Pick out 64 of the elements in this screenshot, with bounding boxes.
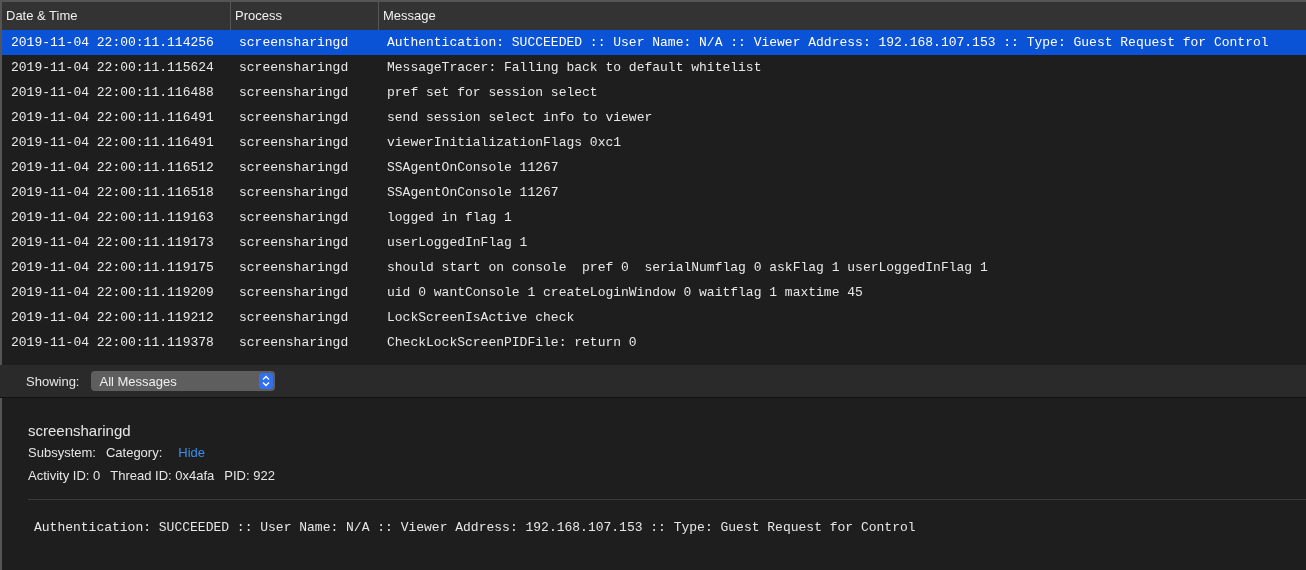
process-name: screensharingd	[238, 310, 350, 325]
timestamp: 2019-11-04 22:00:11.116491	[10, 110, 215, 125]
process-name: screensharingd	[238, 160, 350, 175]
message-text: Authentication: SUCCEEDED :: User Name: N/A :: Viewer Address: 192.168.107.153 :: Type: Guest Request for Control	[33, 520, 917, 535]
log-row[interactable]: 2019-11-04 22:00:11.114256 screensharingd Authentication: SUCCEEDED :: User Name: N/A :: Viewer Address: 192.168.107.153 :: Type: Guest Request for Control	[2, 30, 1306, 55]
log-message: send session select info to viewer	[386, 110, 653, 125]
timestamp: 2019-11-04 22:00:11.116491	[10, 135, 215, 150]
process-name: screensharingd	[238, 335, 350, 350]
log-message: MessageTracer: Falling back to default whitelist	[386, 60, 762, 75]
timestamp: 2019-11-04 22:00:11.115624	[10, 60, 215, 75]
log-row[interactable]: 2019-11-04 22:00:11.119209 screensharingd uid 0 wantConsole 1 createLoginWindow 0 waitflag 1 maxtime 45	[2, 280, 1306, 305]
activity-id: Activity ID: 0	[28, 468, 101, 483]
process-name: screensharingd	[238, 285, 350, 300]
log-row[interactable]: 2019-11-04 22:00:11.115624 screensharingd MessageTracer: Falling back to default whitelist	[2, 55, 1306, 80]
timestamp: 2019-11-04 22:00:11.119175	[10, 260, 215, 275]
timestamp: 2019-11-04 22:00:11.119209	[10, 285, 215, 300]
process-name: screensharingd	[238, 110, 350, 125]
process-title: screensharingd	[28, 422, 132, 439]
log-row[interactable]: 2019-11-04 22:00:11.119378 screensharingd CheckLockScreenPIDFile: return 0	[2, 330, 1306, 355]
log-message: userLoggedInFlag 1	[386, 235, 528, 250]
log-row[interactable]: 2019-11-04 22:00:11.116491 screensharingd send session select info to viewer	[2, 105, 1306, 130]
process-name: screensharingd	[238, 235, 350, 250]
column-header[interactable]: Date & Time	[2, 2, 230, 30]
timestamp: 2019-11-04 22:00:11.119378	[10, 335, 215, 350]
process-name: screensharingd	[238, 260, 350, 275]
log-message: logged in flag 1	[386, 210, 512, 225]
category-label: Category:	[105, 445, 163, 460]
log-message: uid 0 wantConsole 1 createLoginWindow 0 waitflag 1 maxtime 45	[386, 285, 863, 300]
process-name: screensharingd	[238, 60, 350, 75]
log-row[interactable]: 2019-11-04 22:00:11.116491 screensharingd viewerInitializationFlags 0xc1	[2, 130, 1306, 155]
timestamp: 2019-11-04 22:00:11.116518	[10, 185, 215, 200]
process-name: screensharingd	[238, 185, 350, 200]
log-row[interactable]: 2019-11-04 22:00:11.119175 screensharingd should start on console pref 0 serialNumflag 0 askFlag 1 userLoggedInFlag 1	[2, 255, 1306, 280]
process-name: screensharingd	[238, 210, 350, 225]
message-filter-dropdown[interactable]: All Messages	[91, 371, 276, 391]
thread-id: Thread ID: 0x4afa	[110, 468, 215, 483]
subsystem-label: Subsystem:	[28, 445, 96, 460]
log-row[interactable]: 2019-11-04 22:00:11.116488 screensharingd pref set for session select	[2, 80, 1306, 105]
timestamp: 2019-11-04 22:00:11.114256	[10, 35, 215, 50]
timestamp: 2019-11-04 22:00:11.116512	[10, 160, 215, 175]
timestamp: 2019-11-04 22:00:11.119173	[10, 235, 215, 250]
log-message: should start on console pref 0 serialNumflag 0 askFlag 1 userLoggedInFlag 1	[386, 260, 988, 275]
stepper-icon	[259, 373, 274, 389]
log-row[interactable]: 2019-11-04 22:00:11.119212 screensharingd LockScreenIsActive check	[2, 305, 1306, 330]
timestamp: 2019-11-04 22:00:11.116488	[10, 85, 215, 100]
timestamp: 2019-11-04 22:00:11.119163	[10, 210, 215, 225]
log-message: LockScreenIsActive check	[386, 310, 575, 325]
log-message: CheckLockScreenPIDFile: return 0	[386, 335, 637, 350]
log-row[interactable]: 2019-11-04 22:00:11.116512 screensharingd SSAgentOnConsole 11267	[2, 155, 1306, 180]
log-row[interactable]: 2019-11-04 22:00:11.119173 screensharingd userLoggedInFlag 1	[2, 230, 1306, 255]
hide-link[interactable]: Hide	[178, 445, 206, 460]
log-row[interactable]: 2019-11-04 22:00:11.116518 screensharingd SSAgentOnConsole 11267	[2, 180, 1306, 205]
log-message: SSAgentOnConsole 11267	[386, 185, 559, 200]
process-name: screensharingd	[238, 135, 350, 150]
timestamp: 2019-11-04 22:00:11.119212	[10, 310, 215, 325]
process-id: PID: 922	[224, 468, 275, 483]
log-message: pref set for session select	[386, 85, 598, 100]
log-message: viewerInitializationFlags 0xc1	[386, 135, 622, 150]
log-message: SSAgentOnConsole 11267	[386, 160, 559, 175]
process-name: screensharingd	[238, 35, 350, 50]
filter-label: Showing:	[26, 373, 80, 389]
log-message: Authentication: SUCCEEDED :: User Name: N/A :: Viewer Address: 192.168.107.153 :: Type: Guest Request for Control	[386, 35, 1269, 50]
log-row[interactable]: 2019-11-04 22:00:11.119163 screensharingd logged in flag 1	[2, 205, 1306, 230]
process-name: screensharingd	[238, 85, 350, 100]
